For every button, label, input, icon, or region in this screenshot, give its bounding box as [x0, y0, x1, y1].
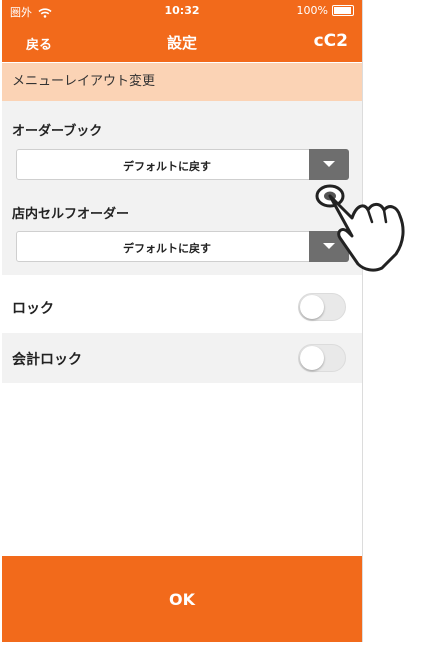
status-bar: 圏外 10:32 100% — [2, 0, 362, 22]
section-header: メニューレイアウト変更 — [2, 63, 362, 101]
order-book-value: デフォルトに戻す — [123, 160, 211, 173]
status-right: 100% — [297, 4, 354, 17]
accounting-lock-toggle[interactable] — [298, 344, 346, 372]
self-order-select[interactable]: デフォルトに戻す — [16, 231, 349, 262]
battery-percent: 100% — [296, 4, 328, 17]
nav-bar: 戻る 設定 cC2 — [2, 22, 362, 62]
toggle-knob — [300, 295, 324, 319]
page-title: 設定 — [166, 34, 197, 52]
app-logo: cC2 — [313, 31, 348, 51]
lock-label: ロック — [12, 301, 54, 317]
lock-toggle[interactable] — [298, 293, 346, 321]
accounting-lock-label: 会計ロック — [12, 352, 82, 368]
self-order-value: デフォルトに戻す — [123, 242, 211, 255]
self-order-label: 店内セルフオーダー — [12, 207, 130, 222]
phone-screen: 圏外 10:32 100% 戻る 設定 cC2 メニューレイアウト変更 オーダー… — [2, 0, 363, 642]
accounting-lock-row: 会計ロック — [2, 333, 362, 383]
toggle-knob — [300, 346, 324, 370]
order-book-label: オーダーブック — [12, 124, 103, 139]
lock-row: ロック — [2, 282, 362, 332]
pointing-hand-icon — [315, 184, 405, 272]
ok-label: OK — [169, 590, 195, 609]
order-book-select[interactable]: デフォルトに戻す — [16, 149, 349, 180]
ok-button[interactable]: OK — [2, 556, 362, 642]
battery-icon — [332, 5, 354, 16]
